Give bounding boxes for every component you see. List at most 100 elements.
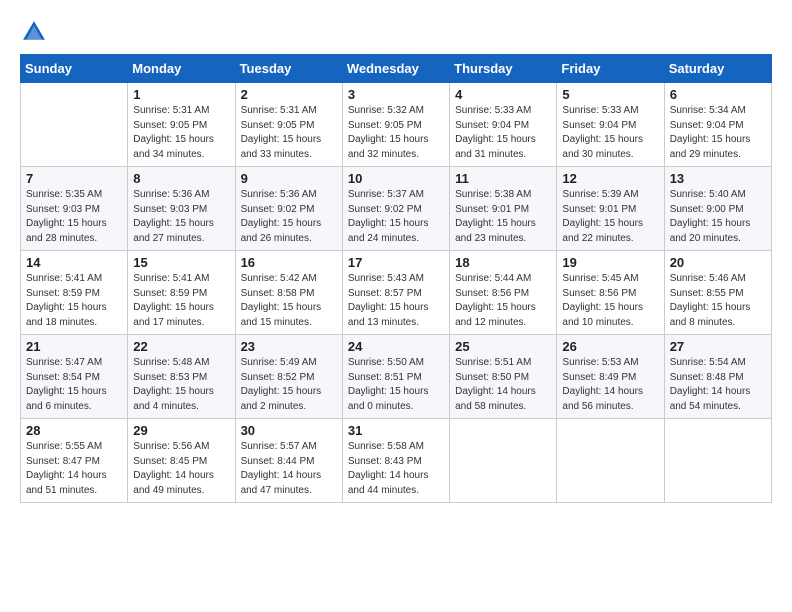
day-number: 5 <box>562 87 658 102</box>
calendar-cell: 7 Sunrise: 5:35 AM Sunset: 9:03 PM Daylig… <box>21 167 128 251</box>
calendar-cell: 3 Sunrise: 5:32 AM Sunset: 9:05 PM Daylig… <box>342 83 449 167</box>
calendar-cell: 18 Sunrise: 5:44 AM Sunset: 8:56 PM Dayli… <box>450 251 557 335</box>
cell-content: Sunrise: 5:55 AM Sunset: 8:47 PM Dayligh… <box>26 440 122 498</box>
calendar-cell: 17 Sunrise: 5:43 AM Sunset: 8:57 PM Dayli… <box>342 251 449 335</box>
cell-content: Sunrise: 5:36 AM Sunset: 9:03 PM Dayligh… <box>133 188 229 246</box>
cell-content: Sunrise: 5:36 AM Sunset: 9:02 PM Dayligh… <box>241 188 337 246</box>
cell-content: Sunrise: 5:38 AM Sunset: 9:01 PM Dayligh… <box>455 188 551 246</box>
calendar-cell: 29 Sunrise: 5:56 AM Sunset: 8:45 PM Dayli… <box>128 419 235 503</box>
calendar-cell <box>450 419 557 503</box>
col-header-saturday: Saturday <box>664 55 771 83</box>
calendar-cell: 22Sunrise: 5:48 AM Sunset: 8:53 PM Dayli… <box>128 335 235 419</box>
day-number: 31 <box>348 423 444 438</box>
cell-content: Sunrise: 5:31 AM Sunset: 9:05 PM Dayligh… <box>241 104 337 162</box>
calendar-cell <box>21 83 128 167</box>
cell-content: Sunrise: 5:41 AM Sunset: 8:59 PM Dayligh… <box>26 272 122 330</box>
day-number: 17 <box>348 255 444 270</box>
calendar-cell: 12 Sunrise: 5:39 AM Sunset: 9:01 PM Dayli… <box>557 167 664 251</box>
cell-content: Sunrise: 5:44 AM Sunset: 8:56 PM Dayligh… <box>455 272 551 330</box>
day-number: 28 <box>26 423 122 438</box>
cell-content: Sunrise: 5:32 AM Sunset: 9:05 PM Dayligh… <box>348 104 444 162</box>
cell-content: Sunrise: 5:33 AM Sunset: 9:04 PM Dayligh… <box>562 104 658 162</box>
cell-content: Sunrise: 5:53 AM Sunset: 8:49 PM Dayligh… <box>562 356 658 414</box>
calendar-cell <box>664 419 771 503</box>
cell-content: Sunrise: 5:41 AM Sunset: 8:59 PM Dayligh… <box>133 272 229 330</box>
day-number: 19 <box>562 255 658 270</box>
cell-content: Sunrise: 5:39 AM Sunset: 9:01 PM Dayligh… <box>562 188 658 246</box>
calendar-cell: 15 Sunrise: 5:41 AM Sunset: 8:59 PM Dayli… <box>128 251 235 335</box>
col-header-monday: Monday <box>128 55 235 83</box>
calendar-cell: 20 Sunrise: 5:46 AM Sunset: 8:55 PM Dayli… <box>664 251 771 335</box>
calendar-cell: 14 Sunrise: 5:41 AM Sunset: 8:59 PM Dayli… <box>21 251 128 335</box>
calendar-cell: 26Sunrise: 5:53 AM Sunset: 8:49 PM Dayli… <box>557 335 664 419</box>
day-number: 11 <box>455 171 551 186</box>
cell-content: Sunrise: 5:46 AM Sunset: 8:55 PM Dayligh… <box>670 272 766 330</box>
calendar-week-row: 7 Sunrise: 5:35 AM Sunset: 9:03 PM Daylig… <box>21 167 772 251</box>
calendar-cell: 24 Sunrise: 5:50 AM Sunset: 8:51 PM Dayli… <box>342 335 449 419</box>
cell-content: Sunrise: 5:37 AM Sunset: 9:02 PM Dayligh… <box>348 188 444 246</box>
calendar-week-row: 14 Sunrise: 5:41 AM Sunset: 8:59 PM Dayli… <box>21 251 772 335</box>
day-number: 23 <box>241 339 337 354</box>
col-header-thursday: Thursday <box>450 55 557 83</box>
day-number: 12 <box>562 171 658 186</box>
calendar-cell <box>557 419 664 503</box>
day-number: 1 <box>133 87 229 102</box>
cell-content: Sunrise: 5:48 AM Sunset: 8:53 PM Dayligh… <box>133 356 229 414</box>
cell-content: Sunrise: 5:31 AM Sunset: 9:05 PM Dayligh… <box>133 104 229 162</box>
col-header-sunday: Sunday <box>21 55 128 83</box>
calendar-cell: 9 Sunrise: 5:36 AM Sunset: 9:02 PM Daylig… <box>235 167 342 251</box>
day-number: 18 <box>455 255 551 270</box>
cell-content: Sunrise: 5:47 AM Sunset: 8:54 PM Dayligh… <box>26 356 122 414</box>
day-number: 14 <box>26 255 122 270</box>
calendar-cell: 4Sunrise: 5:33 AM Sunset: 9:04 PM Daylig… <box>450 83 557 167</box>
day-number: 16 <box>241 255 337 270</box>
cell-content: Sunrise: 5:43 AM Sunset: 8:57 PM Dayligh… <box>348 272 444 330</box>
day-number: 9 <box>241 171 337 186</box>
day-number: 20 <box>670 255 766 270</box>
day-number: 13 <box>670 171 766 186</box>
cell-content: Sunrise: 5:40 AM Sunset: 9:00 PM Dayligh… <box>670 188 766 246</box>
calendar-cell: 13 Sunrise: 5:40 AM Sunset: 9:00 PM Dayli… <box>664 167 771 251</box>
day-number: 2 <box>241 87 337 102</box>
day-number: 29 <box>133 423 229 438</box>
calendar-cell: 5 Sunrise: 5:33 AM Sunset: 9:04 PM Daylig… <box>557 83 664 167</box>
calendar-cell: 6Sunrise: 5:34 AM Sunset: 9:04 PM Daylig… <box>664 83 771 167</box>
cell-content: Sunrise: 5:50 AM Sunset: 8:51 PM Dayligh… <box>348 356 444 414</box>
calendar-cell: 10 Sunrise: 5:37 AM Sunset: 9:02 PM Dayli… <box>342 167 449 251</box>
day-number: 15 <box>133 255 229 270</box>
day-number: 24 <box>348 339 444 354</box>
day-number: 21 <box>26 339 122 354</box>
calendar-header-row: SundayMondayTuesdayWednesdayThursdayFrid… <box>21 55 772 83</box>
cell-content: Sunrise: 5:56 AM Sunset: 8:45 PM Dayligh… <box>133 440 229 498</box>
cell-content: Sunrise: 5:35 AM Sunset: 9:03 PM Dayligh… <box>26 188 122 246</box>
calendar-week-row: 21 Sunrise: 5:47 AM Sunset: 8:54 PM Dayli… <box>21 335 772 419</box>
calendar-cell: 25 Sunrise: 5:51 AM Sunset: 8:50 PM Dayli… <box>450 335 557 419</box>
day-number: 7 <box>26 171 122 186</box>
calendar-table: SundayMondayTuesdayWednesdayThursdayFrid… <box>20 54 772 503</box>
day-number: 10 <box>348 171 444 186</box>
calendar-cell: 28 Sunrise: 5:55 AM Sunset: 8:47 PM Dayli… <box>21 419 128 503</box>
col-header-friday: Friday <box>557 55 664 83</box>
calendar-cell: 16 Sunrise: 5:42 AM Sunset: 8:58 PM Dayli… <box>235 251 342 335</box>
calendar-cell: 2 Sunrise: 5:31 AM Sunset: 9:05 PM Daylig… <box>235 83 342 167</box>
cell-content: Sunrise: 5:57 AM Sunset: 8:44 PM Dayligh… <box>241 440 337 498</box>
day-number: 30 <box>241 423 337 438</box>
calendar-cell: 31 Sunrise: 5:58 AM Sunset: 8:43 PM Dayli… <box>342 419 449 503</box>
col-header-tuesday: Tuesday <box>235 55 342 83</box>
header <box>20 10 772 46</box>
calendar-cell: 1 Sunrise: 5:31 AM Sunset: 9:05 PM Daylig… <box>128 83 235 167</box>
cell-content: Sunrise: 5:58 AM Sunset: 8:43 PM Dayligh… <box>348 440 444 498</box>
day-number: 25 <box>455 339 551 354</box>
calendar-cell: 19Sunrise: 5:45 AM Sunset: 8:56 PM Dayli… <box>557 251 664 335</box>
logo-icon <box>20 18 48 46</box>
cell-content: Sunrise: 5:51 AM Sunset: 8:50 PM Dayligh… <box>455 356 551 414</box>
cell-content: Sunrise: 5:42 AM Sunset: 8:58 PM Dayligh… <box>241 272 337 330</box>
day-number: 3 <box>348 87 444 102</box>
day-number: 27 <box>670 339 766 354</box>
calendar-cell: 27 Sunrise: 5:54 AM Sunset: 8:48 PM Dayli… <box>664 335 771 419</box>
cell-content: Sunrise: 5:54 AM Sunset: 8:48 PM Dayligh… <box>670 356 766 414</box>
day-number: 4 <box>455 87 551 102</box>
calendar-week-row: 28 Sunrise: 5:55 AM Sunset: 8:47 PM Dayli… <box>21 419 772 503</box>
logo <box>20 18 52 46</box>
calendar-week-row: 1 Sunrise: 5:31 AM Sunset: 9:05 PM Daylig… <box>21 83 772 167</box>
